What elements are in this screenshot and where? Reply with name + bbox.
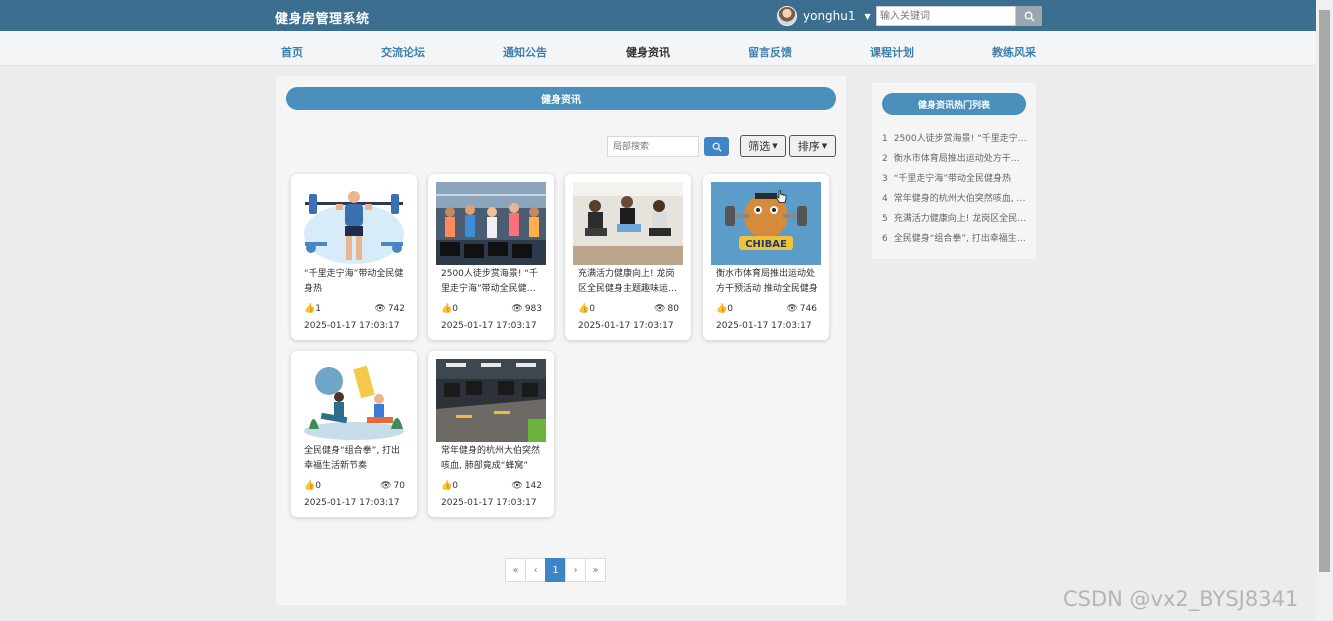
prev-page-button[interactable]: ‹ [525,558,546,582]
username[interactable]: yonghu1 [803,9,856,23]
news-card[interactable]: 充满活力健康向上! 龙岗区全民健身主题趣味运动会 👍0 👁80 2025-01-… [565,174,691,340]
hot-list-item[interactable]: 6全民健身“组合拳”, 打出幸福生活新节奏 [882,231,1027,244]
news-date: 2025-01-17 17:03:17 [304,321,400,331]
news-date: 2025-01-17 17:03:17 [441,498,537,508]
thumbs-up-icon: 👍 [304,481,316,491]
section-title: 健身资讯 [286,87,836,110]
last-page-button[interactable]: » [585,558,606,582]
nav-home[interactable]: 首页 [281,44,303,60]
view-count: 👁 80 [654,304,679,314]
first-page-button[interactable]: « [505,558,526,582]
news-date: 2025-01-17 17:03:17 [716,321,812,331]
filter-dropdown[interactable]: 筛选 ▼ [740,135,786,157]
like-count: 👍 0 [441,304,458,314]
like-count: 👍 0 [716,304,733,314]
watermark: CSDN @vx2_BYSJ8341 [1063,587,1299,611]
eye-icon: 👁 [380,481,392,491]
like-count: 👍 0 [304,481,321,491]
hot-list-item[interactable]: 3 “千里走宁海”带动全民健身热 [882,171,1027,184]
news-thumbnail[interactable] [436,359,546,442]
view-count: 👁 746 [786,304,817,314]
pagination: « ‹ 1 › » [505,558,606,582]
local-search-input[interactable] [607,136,699,157]
brand-title[interactable]: 健身房管理系统 [275,8,370,27]
user-menu[interactable]: yonghu1 ▼ [777,6,871,26]
sort-label: 排序 [797,140,820,153]
caret-down-icon: ▼ [772,142,778,150]
eye-icon: 👁 [511,481,523,491]
nav-notices[interactable]: 通知公告 [503,44,547,60]
nav-feedback[interactable]: 留言反馈 [748,44,792,60]
news-thumbnail[interactable] [299,182,409,265]
news-title[interactable]: 衡水市体育局推出运动处方干预活动 推动全民健身 [716,267,818,297]
news-title[interactable]: 充满活力健康向上! 龙岗区全民健身主题趣味运动会 [578,267,680,297]
news-date: 2025-01-17 17:03:17 [578,321,674,331]
eye-icon: 👁 [786,304,798,314]
hot-list-item[interactable]: 12500人徒步赏海景! “千里走宁海”带动全民健身热 [882,131,1027,144]
thumbs-up-icon: 👍 [441,304,453,314]
news-title[interactable]: “千里走宁海”带动全民健身热 [304,267,406,297]
news-title[interactable]: 常年健身的杭州大伯突然咳血, 肺部竟成“蜂窝” [441,444,543,474]
news-thumbnail[interactable] [573,182,683,265]
search-icon [1024,11,1035,22]
news-date: 2025-01-17 17:03:17 [441,321,537,331]
thumbs-up-icon: 👍 [441,481,453,491]
eye-icon: 👁 [374,304,386,314]
news-card[interactable]: “千里走宁海”带动全民健身热 👍 1 👁 742 2025-01-17 17:03:… [291,174,417,340]
thumbs-up-icon: 👍 [304,304,316,314]
news-date: 2025-01-17 17:03:17 [304,498,400,508]
hot-list-item[interactable]: 2衡水市体育局推出运动处方干预活动 推动全民健身 [882,151,1027,164]
view-count: 👁 142 [511,481,542,491]
view-count: 👁 70 [380,481,405,491]
next-page-button[interactable]: › [565,558,586,582]
page-scrollbar[interactable] [1316,0,1333,621]
local-search-button[interactable] [704,137,729,156]
view-count: 👁 983 [511,304,542,314]
news-title[interactable]: 2500人徒步赏海景! “千里走宁海”带动全民健身热 [441,267,543,297]
nav-forum[interactable]: 交流论坛 [381,44,425,60]
news-card[interactable]: 常年健身的杭州大伯突然咳血, 肺部竟成“蜂窝” 👍 0 👁 142 2025-01-… [428,351,554,517]
news-card[interactable]: 2500人徒步赏海景! “千里走宁海”带动全民健身热 👍0 👁983 2025-… [428,174,554,340]
header-search-input[interactable] [876,6,1016,26]
news-card[interactable]: 全民健身“组合拳”, 打出幸福生活新节奏 👍 0 👁 70 2025-01-17 1… [291,351,417,517]
like-count: 👍 1 [304,304,321,314]
search-icon [712,142,722,152]
hot-list-item[interactable]: 4常年健身的杭州大伯突然咳血, 肺部竟成“蜂窝” [882,191,1027,204]
hot-list-title: 健身资讯热门列表 [882,93,1026,115]
news-thumbnail[interactable] [436,182,546,265]
top-bar: 健身房管理系统 yonghu1 ▼ [0,0,1316,31]
view-count: 👁 742 [374,304,405,314]
main-nav: 首页 交流论坛 通知公告 健身资讯 留言反馈 课程计划 教练风采 [0,31,1316,66]
news-thumbnail[interactable] [299,359,409,442]
news-title[interactable]: 全民健身“组合拳”, 打出幸福生活新节奏 [304,444,406,474]
svg-text:CHIBAE: CHIBAE [745,239,787,250]
like-count: 👍 0 [441,481,458,491]
header-search-button[interactable] [1016,6,1042,26]
nav-fitness-news[interactable]: 健身资讯 [626,44,670,60]
eye-icon: 👁 [654,304,666,314]
thumbs-up-icon: 👍 [578,304,590,314]
caret-down-icon: ▼ [821,142,828,150]
page-1-button[interactable]: 1 [545,558,566,582]
scrollbar-thumb[interactable] [1319,10,1330,572]
news-section: 健身资讯 筛选▼ 排序▼ “千里走宁海”带动全民健身热 [276,76,846,605]
caret-down-icon[interactable]: ▼ [865,12,871,21]
like-count: 👍 0 [578,304,595,314]
avatar[interactable] [777,6,797,26]
filter-label: 筛选 [748,140,771,153]
hot-list-item[interactable]: 5充满活力健康向上! 龙岗区全民健身主题趣味运动会 [882,211,1027,224]
thumbs-up-icon: 👍 [716,304,728,314]
hot-list-panel: 健身资讯热门列表 12500人徒步赏海景! “千里走宁海”带动全民健身热 2衡水… [872,83,1036,259]
hand-cursor-icon [775,190,787,203]
news-thumbnail[interactable]: CHIBAE [711,182,821,265]
eye-icon: 👁 [511,304,523,314]
nav-course-plan[interactable]: 课程计划 [870,44,914,60]
sort-dropdown[interactable]: 排序 ▼ [789,135,836,157]
news-card[interactable]: CHIBAE 衡水市体育局推出运动处方干预活动 推动全民健身 👍 0 👁 746 2… [703,174,829,340]
nav-coaches[interactable]: 教练风采 [992,44,1036,60]
